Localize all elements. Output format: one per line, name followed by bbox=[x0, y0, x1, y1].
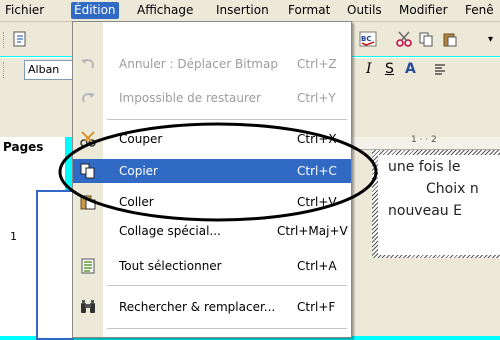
menu-item-shortcut: Ctrl+Z bbox=[297, 57, 337, 71]
select-all-icon bbox=[81, 258, 95, 274]
menu-separator bbox=[107, 285, 347, 286]
menu-fichier[interactable]: Fichier bbox=[2, 2, 47, 19]
menu-item-label: Tout sélectionner bbox=[119, 259, 222, 273]
menu-item-copy[interactable]: Copier Ctrl+C bbox=[73, 159, 351, 183]
menu-item-cut[interactable]: Couper Ctrl+X bbox=[73, 127, 351, 151]
menu-item-label: Annuler : Déplacer Bitmap bbox=[119, 57, 278, 71]
menu-format[interactable]: Format bbox=[285, 2, 333, 19]
menu-item-redo[interactable]: Impossible de restaurer Ctrl+Y bbox=[73, 86, 351, 110]
menu-outils[interactable]: Outils bbox=[344, 2, 385, 19]
svg-text:BC: BC bbox=[361, 35, 371, 43]
menu-edition[interactable]: Édition bbox=[71, 2, 119, 19]
menu-item-paste-special[interactable]: Collage spécial... Ctrl+Maj+V bbox=[73, 219, 351, 243]
ruler: 1 · · 2 bbox=[351, 135, 500, 150]
menu-item-select-all[interactable]: Tout sélectionner Ctrl+A bbox=[73, 254, 351, 278]
menu-item-shortcut: Ctrl+Y bbox=[297, 91, 336, 105]
toolbar-overflow-icon[interactable]: ▾ bbox=[488, 34, 493, 45]
doc-line-3: nouveau E bbox=[388, 203, 462, 219]
slide-thumbnail[interactable] bbox=[36, 190, 74, 340]
binoculars-icon bbox=[81, 300, 95, 313]
menu-item-paste[interactable]: Coller Ctrl+V bbox=[73, 190, 351, 214]
menu-item-label: Couper bbox=[119, 132, 163, 146]
text-box[interactable]: une fois le Choix n nouveau E bbox=[378, 155, 500, 255]
doc-line-2: Choix n bbox=[426, 181, 479, 197]
copy-icon[interactable] bbox=[418, 31, 434, 47]
toolbar-grip[interactable] bbox=[3, 32, 7, 48]
doc-line-1: une fois le bbox=[388, 159, 461, 175]
slide-number: 1 bbox=[10, 230, 17, 243]
menu-item-label: Collage spécial... bbox=[119, 224, 221, 238]
menu-insertion[interactable]: Insertion bbox=[213, 2, 272, 19]
copy-icon bbox=[80, 163, 95, 179]
italic-button[interactable]: I bbox=[366, 61, 372, 77]
menu-item-shortcut: Ctrl+F bbox=[297, 300, 336, 314]
redo-icon bbox=[82, 93, 95, 103]
menu-item-find-replace[interactable]: Rechercher & remplacer... Ctrl+F bbox=[73, 295, 351, 319]
menu-item-label: Rechercher & remplacer... bbox=[119, 300, 276, 314]
paste-icon bbox=[80, 195, 96, 210]
ruler-marks: 1 · · 2 bbox=[411, 135, 437, 145]
toolbar-grip[interactable] bbox=[3, 62, 7, 78]
pages-panel-title: Pages bbox=[3, 140, 44, 154]
menu-item-shortcut: Ctrl+V bbox=[297, 195, 337, 209]
align-left-icon[interactable] bbox=[432, 62, 448, 78]
menu-separator bbox=[107, 119, 347, 120]
menu-item-label: Impossible de restaurer bbox=[119, 91, 261, 105]
menu-item-shortcut: Ctrl+C bbox=[297, 164, 337, 178]
menu-item-shortcut: Ctrl+A bbox=[297, 259, 337, 273]
font-color-icon[interactable]: A bbox=[405, 61, 416, 77]
menu-item-undo[interactable]: Annuler : Déplacer Bitmap Ctrl+Z bbox=[73, 52, 351, 76]
menu-modifier[interactable]: Modifier bbox=[396, 2, 451, 19]
menu-affichage[interactable]: Affichage bbox=[134, 2, 196, 19]
cut-icon[interactable] bbox=[396, 31, 412, 47]
paste-icon[interactable] bbox=[442, 31, 458, 47]
menu-item-label: Copier bbox=[119, 164, 158, 178]
undo-icon bbox=[81, 59, 94, 69]
menu-item-shortcut: Ctrl+Maj+V bbox=[277, 224, 348, 238]
scissors-icon bbox=[80, 131, 96, 147]
font-name-value: Alban bbox=[28, 63, 60, 76]
menu-fenetre[interactable]: Fenê bbox=[462, 2, 497, 19]
template-icon[interactable] bbox=[12, 31, 28, 47]
underline-button[interactable]: S bbox=[385, 61, 394, 77]
spellcheck-icon[interactable]: BC bbox=[359, 31, 377, 47]
menu-separator bbox=[107, 328, 347, 329]
menu-item-label: Coller bbox=[119, 195, 154, 209]
edition-menu: Annuler : Déplacer Bitmap Ctrl+Z Impossi… bbox=[72, 21, 352, 338]
menu-bar: Fichier Édition Affichage Insertion Form… bbox=[0, 0, 500, 22]
menu-item-shortcut: Ctrl+X bbox=[297, 132, 337, 146]
